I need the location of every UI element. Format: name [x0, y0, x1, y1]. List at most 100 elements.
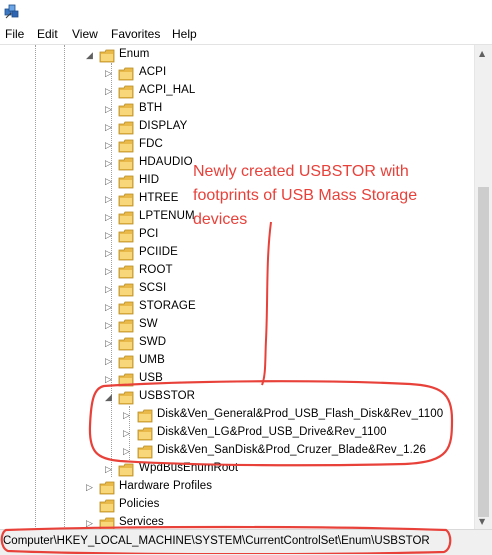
folder-icon — [118, 355, 134, 369]
triangle-right-icon[interactable]: ▷ — [123, 411, 131, 421]
triangle-right-icon[interactable]: ▷ — [123, 429, 131, 439]
registry-tree[interactable]: ◢ Enum ▷ ACPI ▷ ACPI_HAL ▷ BTH ▷ DISPLAY… — [0, 45, 474, 529]
tree-node[interactable]: ▷ WpdBusEnumRoot — [0, 461, 474, 479]
triangle-right-icon[interactable]: ▷ — [105, 123, 113, 133]
tree-label: Policies — [119, 498, 160, 510]
triangle-right-icon[interactable]: ▷ — [105, 339, 113, 349]
tree-label: PCIIDE — [139, 246, 178, 258]
tree-node[interactable]: ▷ USB — [0, 371, 474, 389]
triangle-right-icon[interactable]: ▷ — [86, 483, 94, 493]
triangle-right-icon[interactable]: ▷ — [105, 375, 113, 385]
triangle-right-icon[interactable]: ▷ — [105, 357, 113, 367]
menu-file[interactable]: File — [5, 27, 24, 41]
triangle-right-icon[interactable]: ▷ — [105, 141, 113, 151]
triangle-right-icon[interactable]: ▷ — [105, 195, 113, 205]
tree-label: Disk&Ven_SanDisk&Prod_Cruzer_Blade&Rev_1… — [157, 444, 426, 456]
scroll-down-icon[interactable]: ▼ — [479, 517, 485, 526]
triangle-right-icon[interactable]: ▷ — [105, 465, 113, 475]
folder-icon — [118, 193, 134, 207]
tree-label: HID — [139, 174, 160, 186]
tree-label: BTH — [139, 102, 163, 114]
triangle-down-icon[interactable]: ◢ — [86, 51, 94, 61]
triangle-right-icon[interactable]: ▷ — [105, 249, 113, 259]
triangle-right-icon[interactable]: ▷ — [123, 447, 131, 457]
menu-help[interactable]: Help — [172, 27, 197, 41]
tree-label: Services — [119, 516, 164, 528]
tree-label: Enum — [119, 48, 150, 60]
tree-label: FDC — [139, 138, 163, 150]
triangle-down-icon[interactable]: ◢ — [105, 393, 113, 403]
tree-node[interactable]: ▷ BTH — [0, 101, 474, 119]
vertical-scrollbar[interactable]: ▲ ▼ — [474, 45, 492, 529]
tree-label: ROOT — [139, 264, 173, 276]
folder-icon — [137, 427, 153, 441]
tree-node[interactable]: ▷ ROOT — [0, 263, 474, 281]
folder-icon — [118, 103, 134, 117]
folder-icon — [118, 283, 134, 297]
menu-edit[interactable]: Edit — [37, 27, 58, 41]
title-bar — [0, 0, 492, 26]
status-path: Computer\HKEY_LOCAL_MACHINE\SYSTEM\Curre… — [3, 535, 430, 547]
menu-bar: File Edit View Favorites Help — [0, 26, 492, 45]
tree-node[interactable]: ▷ FDC — [0, 137, 474, 155]
tree-label: UMB — [139, 354, 165, 366]
folder-icon — [118, 247, 134, 261]
folder-icon — [118, 139, 134, 153]
tree-node[interactable]: ▷ DISPLAY — [0, 119, 474, 137]
tree-label: LPTENUM — [139, 210, 195, 222]
folder-icon — [118, 157, 134, 171]
tree-node[interactable]: ▷ SW — [0, 317, 474, 335]
tree-node[interactable]: ▷ STORAGE — [0, 299, 474, 317]
menu-favorites[interactable]: Favorites — [111, 27, 160, 41]
triangle-right-icon[interactable]: ▷ — [105, 285, 113, 295]
triangle-right-icon[interactable]: ▷ — [105, 87, 113, 97]
tree-node[interactable]: ▷ ACPI_HAL — [0, 83, 474, 101]
folder-icon — [118, 265, 134, 279]
folder-icon — [118, 319, 134, 333]
folder-icon — [118, 121, 134, 135]
tree-node[interactable]: ▷ SWD — [0, 335, 474, 353]
tree-label: Hardware Profiles — [119, 480, 213, 492]
tree-label: Disk&Ven_LG&Prod_USB_Drive&Rev_1100 — [157, 426, 387, 438]
folder-icon — [118, 85, 134, 99]
tree-label: SW — [139, 318, 158, 330]
triangle-right-icon[interactable]: ▷ — [105, 231, 113, 241]
tree-label: ACPI — [139, 66, 167, 78]
scroll-thumb[interactable] — [478, 187, 489, 517]
tree-node[interactable]: ▷ Hardware Profiles — [0, 479, 474, 497]
folder-icon — [118, 391, 134, 405]
tree-label: HDAUDIO — [139, 156, 193, 168]
status-bar: Computer\HKEY_LOCAL_MACHINE\SYSTEM\Curre… — [0, 529, 492, 555]
triangle-right-icon[interactable]: ▷ — [105, 213, 113, 223]
tree-node[interactable]: ▷ SCSI — [0, 281, 474, 299]
folder-icon — [99, 517, 115, 529]
tree-node-enum[interactable]: ◢ Enum — [0, 47, 474, 65]
triangle-right-icon[interactable]: ▷ — [105, 267, 113, 277]
folder-icon — [99, 49, 115, 63]
tree-node[interactable]: Policies — [0, 497, 474, 515]
tree-node[interactable]: ▷ UMB — [0, 353, 474, 371]
tree-node[interactable]: ▷ PCIIDE — [0, 245, 474, 263]
tree-label: Disk&Ven_General&Prod_USB_Flash_Disk&Rev… — [157, 408, 444, 420]
tree-label: PCI — [139, 228, 159, 240]
tree-node-usb-device[interactable]: ▷ Disk&Ven_SanDisk&Prod_Cruzer_Blade&Rev… — [0, 443, 474, 461]
folder-icon — [118, 211, 134, 225]
tree-node-usb-device[interactable]: ▷ Disk&Ven_LG&Prod_USB_Drive&Rev_1100 — [0, 425, 474, 443]
triangle-right-icon[interactable]: ▷ — [105, 159, 113, 169]
triangle-right-icon[interactable]: ▷ — [105, 177, 113, 187]
triangle-right-icon[interactable]: ▷ — [105, 69, 113, 79]
folder-icon — [118, 463, 134, 477]
triangle-right-icon[interactable]: ▷ — [105, 321, 113, 331]
triangle-right-icon[interactable]: ▷ — [105, 303, 113, 313]
tree-node[interactable]: ▷ Services — [0, 515, 474, 529]
triangle-right-icon[interactable]: ▷ — [105, 105, 113, 115]
menu-view[interactable]: View — [72, 27, 98, 41]
tree-label: DISPLAY — [139, 120, 188, 132]
folder-icon — [137, 445, 153, 459]
tree-node[interactable]: ▷ ACPI — [0, 65, 474, 83]
tree-node-usbstor[interactable]: ◢ USBSTOR — [0, 389, 474, 407]
triangle-right-icon[interactable]: ▷ — [86, 519, 94, 529]
scroll-up-icon[interactable]: ▲ — [479, 49, 485, 58]
folder-icon — [137, 409, 153, 423]
tree-node-usb-device[interactable]: ▷ Disk&Ven_General&Prod_USB_Flash_Disk&R… — [0, 407, 474, 425]
